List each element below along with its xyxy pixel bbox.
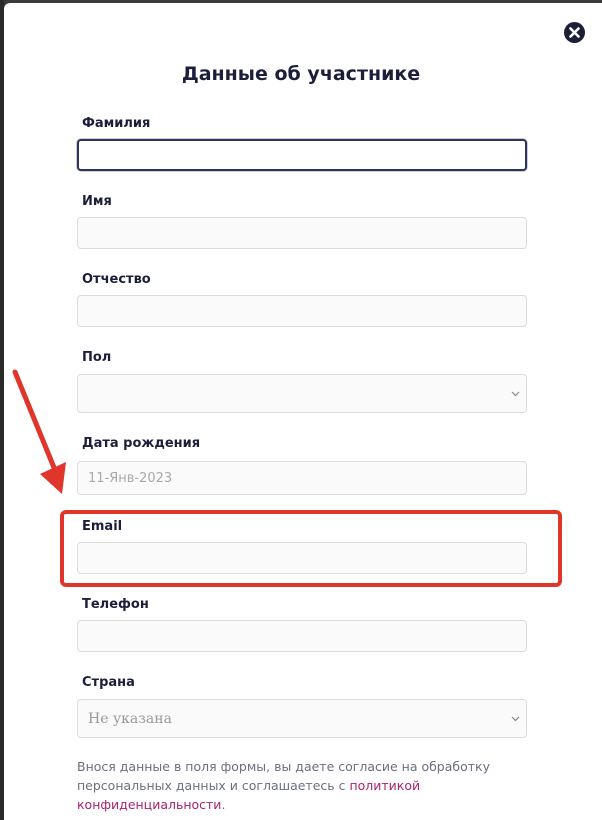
country-select[interactable]: Не указана <box>77 699 527 738</box>
phone-input[interactable] <box>77 620 527 652</box>
gender-label: Пол <box>82 350 112 365</box>
email-highlight-box <box>60 510 562 587</box>
birth-date-value: 11-Янв-2023 <box>88 470 173 486</box>
modal-title: Данные об участнике <box>181 63 421 85</box>
chevron-down-icon <box>511 391 520 396</box>
first-name-label: Имя <box>82 194 112 209</box>
consent-body: Внося данные в поля формы, вы даете согл… <box>77 759 490 793</box>
last-name-input[interactable] <box>77 139 527 171</box>
first-name-input[interactable] <box>77 217 527 249</box>
middle-name-input[interactable] <box>77 295 527 327</box>
country-label: Страна <box>82 675 135 690</box>
middle-name-label: Отчество <box>82 272 151 287</box>
gender-select[interactable] <box>77 374 527 413</box>
chevron-down-icon <box>511 716 520 721</box>
country-select-value: Не указана <box>88 710 172 727</box>
birth-date-label: Дата рождения <box>82 436 201 451</box>
birth-date-input[interactable]: 11-Янв-2023 <box>77 461 527 495</box>
last-name-label: Фамилия <box>82 116 151 131</box>
consent-end: . <box>221 797 226 812</box>
phone-label: Телефон <box>82 597 149 612</box>
close-icon <box>569 27 580 38</box>
close-button[interactable] <box>564 22 585 43</box>
consent-text: Внося данные в поля формы, вы даете согл… <box>77 757 537 814</box>
